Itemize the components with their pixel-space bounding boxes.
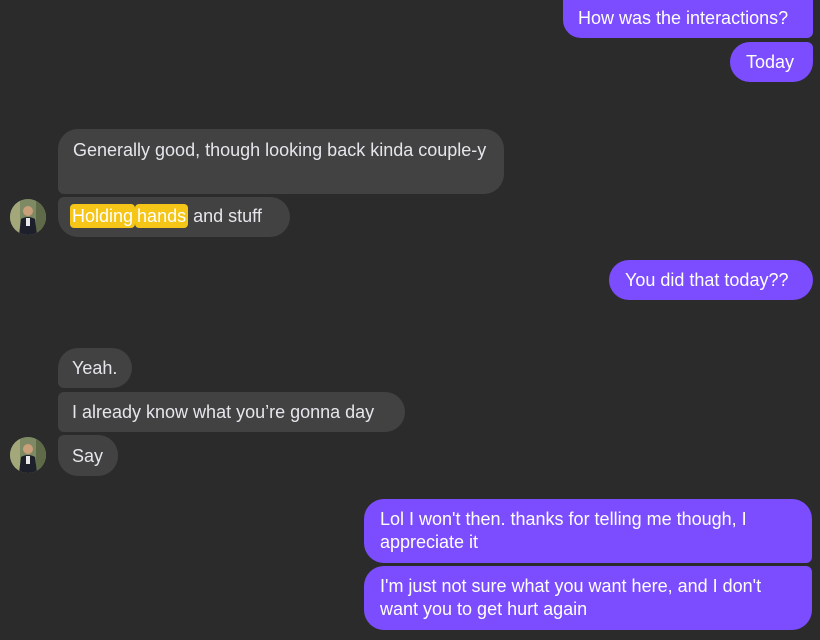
message-text: Yeah. (72, 358, 118, 378)
search-highlight: hands (135, 204, 189, 228)
message-text: Say (72, 446, 104, 466)
message-bubble-outgoing[interactable]: You did that today?? (609, 260, 813, 300)
contact-avatar-icon[interactable] (10, 199, 46, 235)
message-bubble-outgoing[interactable]: Today (730, 42, 813, 82)
message-text: Lol I won't then. thanks for telling me … (380, 509, 747, 552)
message-text: How was the interactions? (578, 8, 789, 28)
message-text: I'm just not sure what you want here, an… (380, 576, 762, 619)
message-text: and stuff (193, 206, 262, 226)
message-text: I already know what you’re gonna day (72, 402, 375, 422)
message-bubble-incoming[interactable]: Generally good, though looking back kind… (58, 129, 504, 194)
message-text: Today (746, 52, 795, 72)
message-text: Generally good, though looking back kind… (73, 140, 487, 160)
message-bubble-incoming[interactable]: Yeah. (58, 348, 132, 388)
message-bubble-incoming[interactable]: Say (58, 435, 118, 476)
message-bubble-outgoing[interactable]: How was the interactions? (563, 0, 813, 38)
search-highlight: Holding (70, 204, 136, 228)
message-bubble-outgoing[interactable]: Lol I won't then. thanks for telling me … (364, 499, 812, 563)
chat-thread: How was the interactions? Today Generall… (0, 0, 820, 640)
message-text: You did that today?? (625, 270, 789, 290)
message-bubble-incoming[interactable]: I already know what you’re gonna day (58, 392, 405, 432)
contact-avatar-icon[interactable] (10, 437, 46, 473)
message-bubble-incoming[interactable]: Holding hands and stuff (58, 197, 290, 237)
message-bubble-outgoing[interactable]: I'm just not sure what you want here, an… (364, 566, 812, 630)
